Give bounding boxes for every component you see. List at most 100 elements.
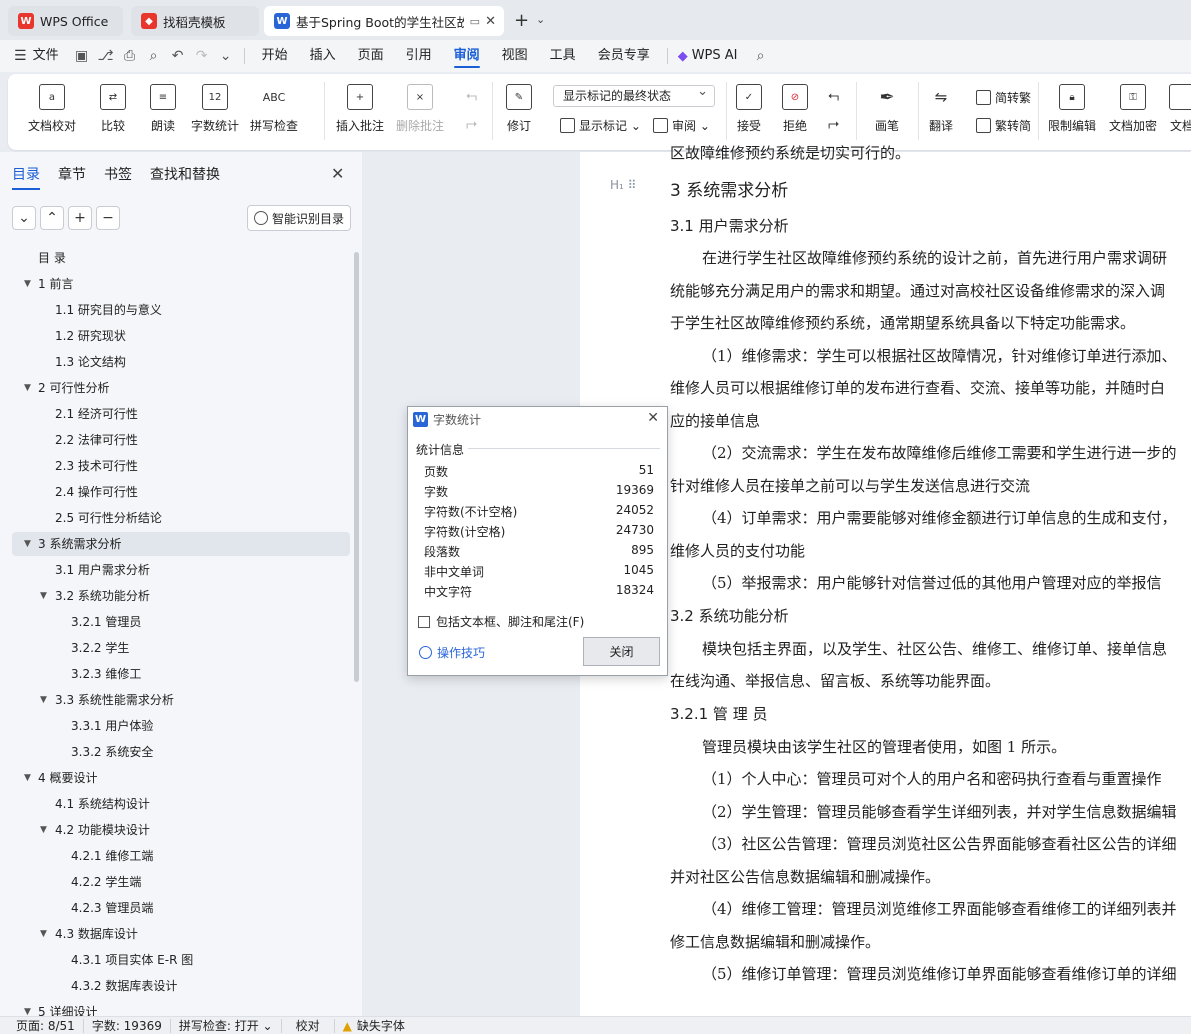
- checkbox-box[interactable]: [418, 615, 430, 628]
- insert-comment-button[interactable]: + 插入批注: [336, 84, 384, 134]
- expand-caret-icon[interactable]: ▼: [40, 922, 47, 946]
- heading-handle-icon[interactable]: H₁ ⠿: [610, 178, 636, 192]
- toc-item[interactable]: 3.3.2 系统安全: [12, 740, 350, 764]
- accept-button[interactable]: ✓ 接受: [736, 84, 762, 134]
- trad-to-simp-button[interactable]: 繁转简: [976, 117, 1031, 134]
- tab-wps-office[interactable]: W WPS Office: [8, 6, 123, 36]
- close-tab-icon[interactable]: ✕: [485, 14, 496, 29]
- new-tab-icon[interactable]: +: [514, 10, 529, 31]
- toc-item[interactable]: 目 录: [12, 246, 350, 270]
- share-icon[interactable]: ⎇: [94, 40, 118, 72]
- toc-item[interactable]: 2.3 技术可行性: [12, 454, 350, 478]
- close-pane-icon[interactable]: ✕: [331, 164, 344, 183]
- redo-icon[interactable]: ↷: [190, 40, 214, 72]
- tab-bookmark[interactable]: 书签: [104, 164, 132, 190]
- menu-view[interactable]: 视图: [491, 40, 539, 72]
- tab-template[interactable]: ◆ 找稻壳模板: [131, 6, 259, 36]
- status-missing-font[interactable]: ▲ 缺失字体: [335, 1019, 413, 1033]
- toc-item[interactable]: ▼ 2 可行性分析: [12, 376, 350, 400]
- toc-item[interactable]: ▼ 3 系统需求分析: [12, 532, 350, 556]
- toc-item[interactable]: 3.1 用户需求分析: [12, 558, 350, 582]
- pen-button[interactable]: ✒ 画笔: [874, 84, 900, 134]
- tab-toc[interactable]: 目录: [12, 164, 40, 190]
- reject-button[interactable]: ⊘ 拒绝: [782, 84, 808, 134]
- toc-item[interactable]: 2.5 可行性分析结论: [12, 506, 350, 530]
- tips-link[interactable]: 操作技巧: [419, 644, 485, 661]
- expand-caret-icon[interactable]: ▼: [40, 688, 47, 712]
- next-comment-icon[interactable]: ⮣: [466, 116, 477, 132]
- toc-item[interactable]: 4.2.2 学生端: [12, 870, 350, 894]
- smart-toc-button[interactable]: 智能识别目录: [247, 205, 351, 231]
- tab-find-replace[interactable]: 查找和替换: [150, 164, 220, 190]
- menu-wps-ai[interactable]: WPS AI: [688, 40, 749, 72]
- tab-list-chevron-icon[interactable]: ⌄: [536, 13, 545, 26]
- expand-caret-icon[interactable]: ▼: [40, 584, 47, 608]
- expand-caret-icon[interactable]: ▼: [24, 376, 31, 400]
- remove-heading-button[interactable]: −: [96, 206, 120, 230]
- menu-review[interactable]: 审阅: [443, 40, 491, 72]
- expand-caret-icon[interactable]: ▼: [24, 272, 31, 296]
- tab-document[interactable]: W 基于Spring Boot的学生社区故 ▭ ✕: [264, 6, 504, 36]
- menu-member[interactable]: 会员专享: [587, 40, 661, 72]
- translate-button[interactable]: ⇋ 翻译: [928, 84, 954, 134]
- toc-item[interactable]: 3.3.1 用户体验: [12, 714, 350, 738]
- compare-button[interactable]: ⇄ 比较: [100, 84, 126, 134]
- toc-item[interactable]: 4.2.3 管理员端: [12, 896, 350, 920]
- toc-item[interactable]: ▼ 4.2 功能模块设计: [12, 818, 350, 842]
- status-proof[interactable]: 校对: [282, 1018, 335, 1033]
- toc-item[interactable]: 3.2.2 学生: [12, 636, 350, 660]
- status-spell-check[interactable]: 拼写检查: 打开 ⌄: [171, 1018, 282, 1033]
- encrypt-document-button[interactable]: ⚿ 文档加密: [1109, 84, 1157, 134]
- next-change-icon[interactable]: ⮣: [828, 116, 839, 132]
- toc-item[interactable]: 1.1 研究目的与意义: [12, 298, 350, 322]
- menu-home[interactable]: 开始: [251, 40, 299, 72]
- menu-page[interactable]: 页面: [347, 40, 395, 72]
- save-icon[interactable]: ▣: [70, 40, 94, 72]
- window-icon[interactable]: ▭: [470, 15, 480, 28]
- close-button[interactable]: 关闭: [583, 637, 660, 666]
- tab-chapter[interactable]: 章节: [58, 164, 86, 190]
- prev-comment-icon[interactable]: ⮢: [466, 88, 477, 104]
- status-word-count[interactable]: 字数: 19369: [84, 1018, 171, 1033]
- print-icon[interactable]: ⎙: [118, 40, 142, 72]
- read-aloud-button[interactable]: ≡ 朗读: [150, 84, 176, 134]
- toc-item[interactable]: 2.4 操作可行性: [12, 480, 350, 504]
- quick-access-chevron-icon[interactable]: ⌄: [214, 40, 238, 72]
- toc-item[interactable]: 4.1 系统结构设计: [12, 792, 350, 816]
- toc-item[interactable]: 2.2 法律可行性: [12, 428, 350, 452]
- toc-item[interactable]: ▼ 4.3 数据库设计: [12, 922, 350, 946]
- toc-item[interactable]: 4.3.1 项目实体 E-R 图: [12, 948, 350, 972]
- simp-to-trad-button[interactable]: 简转繁: [976, 89, 1031, 106]
- expand-caret-icon[interactable]: ▼: [40, 818, 47, 842]
- delete-comment-button[interactable]: × 删除批注: [396, 84, 444, 134]
- menu-insert[interactable]: 插入: [299, 40, 347, 72]
- add-heading-button[interactable]: +: [68, 206, 92, 230]
- toc-item[interactable]: ▼ 3.2 系统功能分析: [12, 584, 350, 608]
- word-count-button[interactable]: 12 字数统计: [191, 84, 239, 134]
- toc-item[interactable]: ▼ 4 概要设计: [12, 766, 350, 790]
- include-textbox-checkbox[interactable]: 包括文本框、脚注和尾注(F): [418, 613, 584, 630]
- toc-item[interactable]: ▼ 3.3 系统性能需求分析: [12, 688, 350, 712]
- undo-icon[interactable]: ↶: [166, 40, 190, 72]
- toc-item[interactable]: 3.2.3 维修工: [12, 662, 350, 686]
- toc-item[interactable]: 1.3 论文结构: [12, 350, 350, 374]
- expand-caret-icon[interactable]: ▼: [24, 532, 31, 556]
- print-preview-icon[interactable]: ⌕: [142, 40, 166, 72]
- prev-change-icon[interactable]: ⮢: [828, 88, 839, 104]
- restrict-editing-button[interactable]: 🔒︎ 限制编辑: [1048, 84, 1096, 134]
- toc-item[interactable]: 3.2.1 管理员: [12, 610, 350, 634]
- close-icon[interactable]: ✕: [647, 410, 659, 426]
- toc-scrollbar[interactable]: [354, 252, 359, 682]
- markup-state-select[interactable]: 显示标记的最终状态: [553, 82, 715, 107]
- menu-tools[interactable]: 工具: [539, 40, 587, 72]
- hamburger-icon[interactable]: ☰: [14, 48, 27, 64]
- level-up-button[interactable]: ⌃: [40, 206, 64, 230]
- toc-item[interactable]: 1.2 研究现状: [12, 324, 350, 348]
- search-icon[interactable]: ⌕: [749, 40, 773, 72]
- collapse-all-button[interactable]: ⌄: [12, 206, 36, 230]
- menu-file[interactable]: 文件: [27, 40, 70, 72]
- toc-item[interactable]: 4.3.2 数据库表设计: [12, 974, 350, 998]
- dialog-titlebar[interactable]: W 字数统计: [408, 407, 667, 431]
- toc-item[interactable]: ▼ 1 前言: [12, 272, 350, 296]
- show-markup-button[interactable]: 显示标记 ⌄: [560, 117, 641, 134]
